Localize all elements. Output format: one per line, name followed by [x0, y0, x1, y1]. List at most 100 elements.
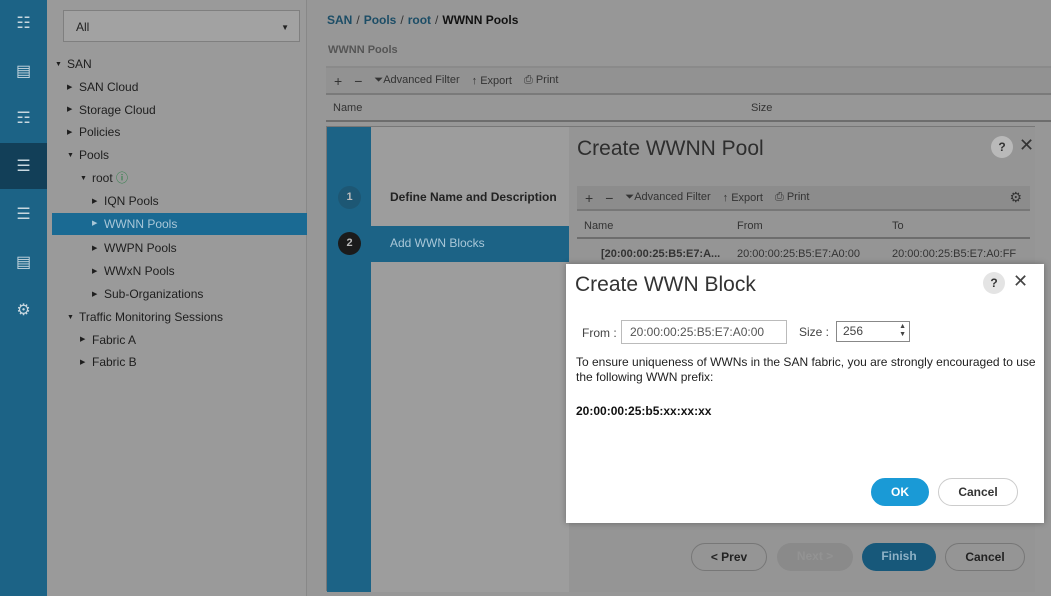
tree-item[interactable]: ▶ WWPN Pools [47, 237, 302, 259]
tree-item[interactable]: ▶ Sub-Organizations [47, 283, 302, 305]
size-value: 256 [843, 324, 864, 338]
tree-item-label: root [92, 171, 113, 185]
finish-button[interactable]: Finish [862, 543, 936, 571]
step-1-label[interactable]: Define Name and Description [390, 190, 557, 204]
caret-right-icon[interactable]: ▶ [80, 329, 92, 351]
caret-right-icon[interactable]: ▶ [92, 191, 104, 213]
advanced-filter-button[interactable]: ⏷Advanced Filter [625, 191, 710, 204]
cell-to: 20:00:00:25:B5:E7:A0:FF [892, 248, 1017, 260]
tree-item-label: WWNN Pools [104, 216, 178, 231]
admin-icon[interactable]: ⚙ [0, 287, 47, 333]
network-icon[interactable]: ☷ [0, 0, 47, 46]
export-button[interactable]: ↑ Export [472, 75, 512, 87]
add-button[interactable]: + [334, 73, 342, 89]
tree-item[interactable]: ▶ WWNN Pools [52, 212, 307, 235]
breadcrumb-root[interactable]: root [408, 13, 431, 27]
gear-icon[interactable]: ⚙ [1009, 189, 1022, 206]
vm-icon[interactable]: ☰ [0, 191, 47, 237]
tree-item-label: Pools [79, 148, 110, 163]
ok-button[interactable]: OK [871, 478, 929, 506]
step-2-number: 2 [338, 232, 361, 255]
tree-item[interactable]: ▼ Pools [47, 144, 302, 166]
column-from[interactable]: From [737, 220, 763, 232]
tree-item[interactable]: ▶ SAN Cloud [47, 76, 302, 98]
tree-item[interactable]: ▶ Storage Cloud [47, 99, 302, 121]
close-icon[interactable]: ✕ [1019, 135, 1034, 156]
caret-down-icon[interactable]: ▼ [80, 168, 92, 190]
filter-label: Advanced Filter [383, 74, 460, 86]
tree-item-label: IQN Pools [104, 193, 159, 208]
from-input[interactable] [621, 320, 787, 344]
wwn-prefix: 20:00:00:25:b5:xx:xx:xx [576, 404, 712, 418]
caret-down-icon[interactable]: ▼ [67, 145, 79, 167]
caret-right-icon[interactable]: ▶ [67, 99, 79, 121]
stepper-arrows-icon[interactable]: ▲ ▼ [899, 323, 906, 339]
tree-item[interactable]: ▶ WWxN Pools [47, 260, 302, 282]
tree-item[interactable]: ▼ Traffic Monitoring Sessions [47, 306, 302, 328]
storage-icon[interactable]: ▤ [0, 239, 47, 285]
chevron-down-icon: ▼ [281, 23, 289, 32]
table-header: Name Size [326, 98, 1051, 122]
caret-right-icon[interactable]: ▶ [92, 261, 104, 283]
tree-item-label: WWPN Pools [104, 241, 177, 256]
breadcrumb-san[interactable]: SAN [327, 13, 352, 27]
add-block-button[interactable]: + [585, 190, 593, 206]
tree-item[interactable]: ▶ Fabric A [47, 329, 302, 351]
tree-item-label: Fabric A [92, 332, 137, 347]
tree-item-label: Policies [79, 125, 121, 140]
tree-item-label: SAN Cloud [79, 79, 139, 94]
column-name[interactable]: Name [584, 220, 613, 232]
caret-right-icon[interactable]: ▶ [67, 77, 79, 99]
size-label: Size : [799, 325, 830, 339]
breadcrumb: SAN / Pools / root / WWNN Pools [327, 13, 519, 27]
tree-item[interactable]: ▶ Fabric B [47, 351, 302, 373]
tree-item[interactable]: ▶ IQN Pools [47, 190, 302, 212]
lan-icon[interactable]: ☶ [0, 95, 47, 141]
caret-right-icon[interactable]: ▶ [67, 122, 79, 144]
caret-right-icon[interactable]: ▶ [92, 238, 104, 260]
column-size[interactable]: Size [751, 102, 772, 114]
tree-item[interactable]: ▼ root ⓘ [47, 167, 302, 189]
caret-right-icon[interactable]: ▶ [92, 284, 104, 306]
column-name[interactable]: Name [333, 102, 362, 114]
caret-down-icon[interactable]: ▼ [55, 54, 67, 76]
cancel-button[interactable]: Cancel [938, 478, 1018, 506]
icon-rail: ☷ ▤ ☶ ☰ ☰ ▤ ⚙ [0, 0, 47, 596]
help-icon[interactable]: ? [983, 272, 1005, 294]
caret-right-icon[interactable]: ▶ [80, 352, 92, 374]
tree-item[interactable]: ▼ SAN [47, 53, 302, 75]
tree-item[interactable]: ▶ Policies [47, 121, 302, 143]
column-to[interactable]: To [892, 220, 904, 232]
caret-right-icon[interactable]: ▶ [92, 213, 104, 235]
dialog-title: Create WWN Block [575, 273, 756, 296]
navigation-panel: All ▼ ▼ SAN ▶ SAN Cloud ▶ Storage Cloud ▶ Polici… [47, 0, 307, 596]
help-icon[interactable]: ? [991, 136, 1013, 158]
print-button[interactable]: ⎙ Print [524, 74, 558, 87]
san-icon[interactable]: ☰ [0, 143, 47, 189]
tree-item-label: WWxN Pools [104, 264, 175, 279]
wizard-cancel-button[interactable]: Cancel [945, 543, 1025, 571]
advanced-filter-button[interactable]: ⏷Advanced Filter [374, 74, 459, 87]
print-button[interactable]: ⎙ Print [775, 191, 809, 204]
filter-label: Advanced Filter [634, 191, 711, 203]
print-icon: ⎙ [774, 191, 787, 203]
tree-item-label: Sub-Organizations [104, 287, 204, 301]
tree-item-label: SAN [67, 57, 92, 71]
size-stepper[interactable]: 256 ▲ ▼ [836, 321, 910, 342]
server-icon[interactable]: ▤ [0, 48, 47, 94]
breadcrumb-pools[interactable]: Pools [364, 13, 397, 27]
tree-item-label: Storage Cloud [79, 102, 156, 117]
blocks-table-header: Name From To [577, 217, 1030, 239]
remove-button[interactable]: − [354, 73, 362, 89]
breadcrumb-current: WWNN Pools [442, 13, 519, 27]
tree-item-label: Fabric B [92, 355, 137, 370]
filter-dropdown[interactable]: All ▼ [63, 10, 300, 42]
close-icon[interactable]: ✕ [1013, 271, 1028, 292]
cell-from: 20:00:00:25:B5:E7:A0:00 [737, 248, 860, 260]
caret-down-icon[interactable]: ▼ [67, 307, 79, 329]
remove-block-button[interactable]: − [605, 190, 613, 206]
export-button[interactable]: ↑ Export [723, 192, 763, 204]
wizard-title: Create WWNN Pool [577, 137, 764, 160]
prev-button[interactable]: < Prev [691, 543, 767, 571]
step-2-label[interactable]: Add WWN Blocks [390, 236, 485, 250]
